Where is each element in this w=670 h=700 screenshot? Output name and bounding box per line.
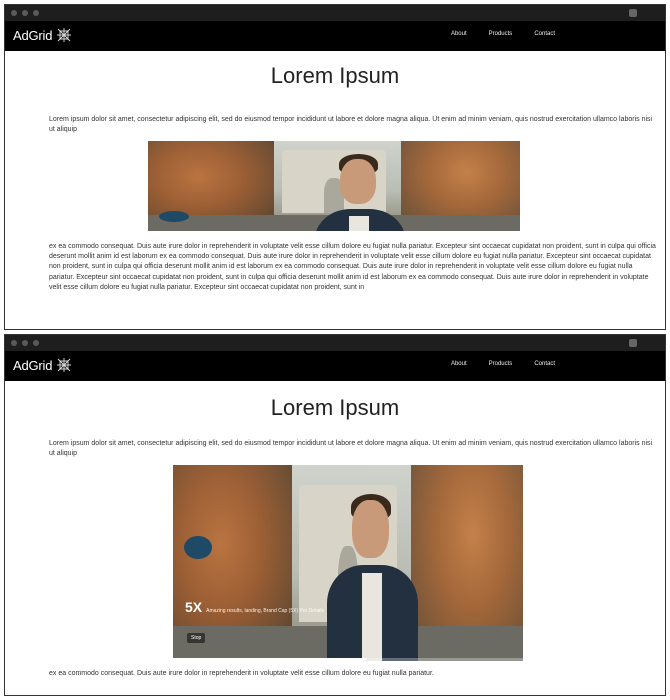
adgrid-logo-icon [57, 358, 72, 372]
nav-products[interactable]: Products [489, 361, 513, 367]
minimize-window-icon[interactable] [22, 10, 28, 16]
intro-paragraph: Lorem ipsum dolor sit amet, consectetur … [49, 116, 653, 133]
browser-menu-icon[interactable] [629, 9, 637, 17]
video-frame [148, 141, 520, 231]
window-controls [11, 10, 39, 16]
nav-about[interactable]: About [451, 361, 467, 367]
close-window-icon[interactable] [11, 340, 17, 346]
page-content: Lorem Ipsum Lorem ipsum dolor sit amet, … [5, 51, 665, 291]
brand-name: AdGrid [13, 357, 53, 373]
video-progress-fill [173, 658, 366, 661]
screenshot-panel-top: AdGrid About Products Contact Lorem Ipsu… [4, 4, 666, 330]
footer-paragraph: ex ea commodo consequat. Duis aute irure… [49, 670, 434, 677]
video-frame [173, 465, 523, 661]
browser-menu-icon[interactable] [629, 339, 637, 347]
maximize-window-icon[interactable] [33, 340, 39, 346]
minimize-window-icon[interactable] [22, 340, 28, 346]
page-title: Lorem Ipsum [270, 63, 400, 88]
browser-chrome [5, 335, 665, 351]
street-sign-icon [183, 535, 212, 560]
brand-logo[interactable]: AdGrid [13, 27, 72, 43]
nav-about[interactable]: About [451, 31, 467, 37]
multiplier-label: 5X [185, 599, 203, 615]
intro-paragraph: Lorem ipsum dolor sit amet, consectetur … [49, 440, 653, 457]
close-window-icon[interactable] [11, 10, 17, 16]
nav-contact[interactable]: Contact [534, 31, 555, 37]
caption-label: Amazing results, landing, Brand Cap (5X)… [206, 608, 324, 614]
video-stop-button[interactable]: Stop [187, 633, 206, 643]
brand-name: AdGrid [13, 27, 53, 43]
nav-links: About Products Contact [451, 361, 555, 367]
hero-video[interactable]: 5X Amazing results, landing, Brand Cap (… [173, 465, 523, 661]
maximize-window-icon[interactable] [33, 10, 39, 16]
browser-chrome [5, 5, 665, 21]
page-content: Lorem Ipsum Lorem ipsum dolor sit amet, … [5, 381, 665, 677]
nav-links: About Products Contact [451, 31, 555, 37]
adgrid-logo-icon [57, 28, 72, 42]
screenshot-panel-bottom: AdGrid About Products Contact Lorem Ipsu… [4, 334, 666, 696]
body-paragraph: ex ea commodo consequat. Duis aute irure… [49, 243, 656, 291]
site-navbar: AdGrid About Products Contact [5, 351, 665, 381]
video-overlay-caption: 5X Amazing results, landing, Brand Cap (… [185, 599, 324, 615]
person-figure [327, 493, 418, 661]
hero-video[interactable] [148, 141, 520, 231]
street-sign-icon [159, 211, 189, 222]
person-figure [315, 153, 405, 231]
window-controls [11, 340, 39, 346]
brand-logo[interactable]: AdGrid [13, 357, 72, 373]
video-progress-bar[interactable] [173, 658, 523, 661]
site-navbar: AdGrid About Products Contact [5, 21, 665, 51]
nav-products[interactable]: Products [489, 31, 513, 37]
nav-contact[interactable]: Contact [534, 361, 555, 367]
page-title: Lorem Ipsum [270, 395, 400, 420]
